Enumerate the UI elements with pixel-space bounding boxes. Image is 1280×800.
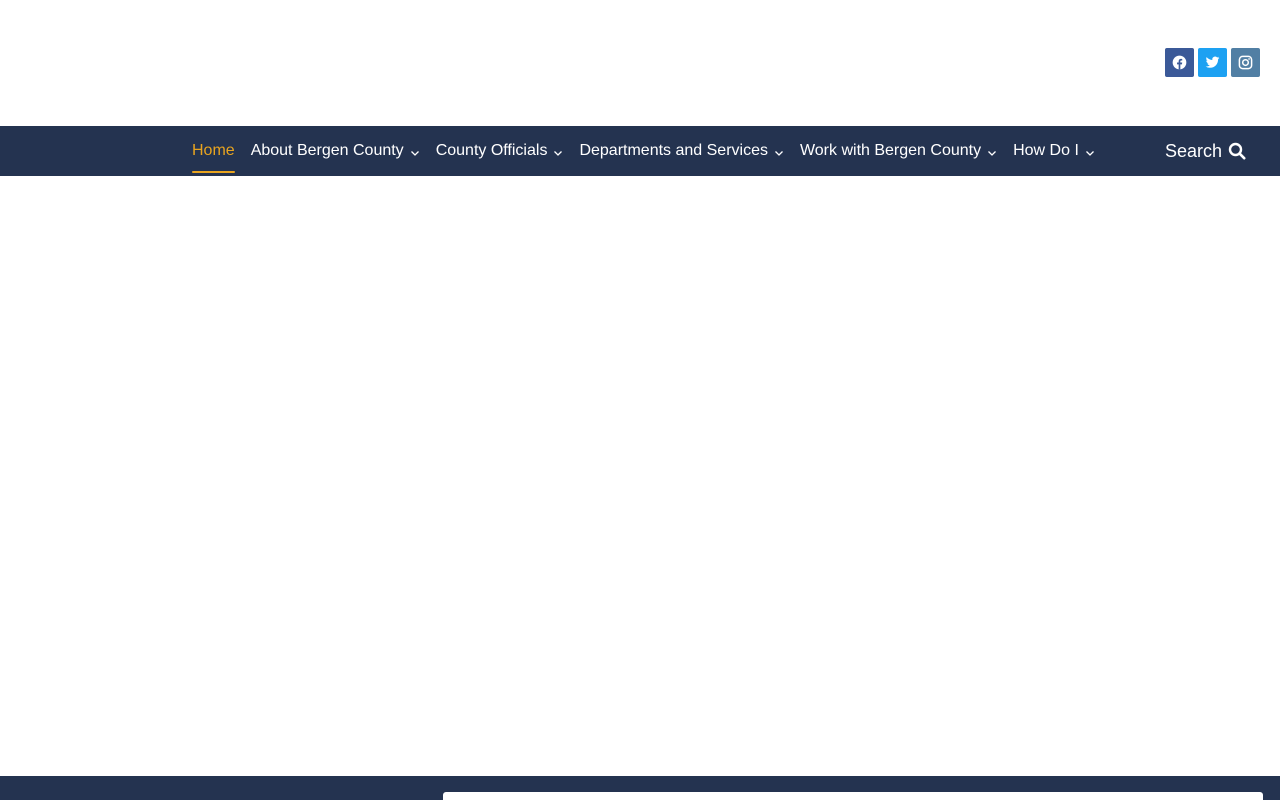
footer-panel: [443, 792, 1263, 800]
search-icon: [1228, 142, 1246, 160]
chevron-down-icon: [410, 150, 419, 156]
nav-item-label: County Officials: [435, 142, 548, 159]
search-button[interactable]: Search: [1165, 126, 1246, 176]
nav-item-label: Departments and Services: [579, 142, 768, 159]
twitter-icon: [1205, 56, 1220, 68]
instagram-link[interactable]: [1231, 48, 1260, 77]
search-label: Search: [1164, 140, 1222, 161]
chevron-down-icon: [554, 150, 563, 156]
nav-item-how-do-i[interactable]: How Do I: [1013, 126, 1095, 176]
main-content: [0, 176, 1280, 776]
nav-item-home[interactable]: Home: [192, 126, 235, 176]
nav-item-about-bergen-county[interactable]: About Bergen County: [251, 126, 420, 176]
nav-item-label: About Bergen County: [250, 142, 404, 159]
nav-item-label: Home: [192, 142, 235, 159]
social-links: [1165, 48, 1260, 77]
instagram-icon: [1238, 55, 1253, 70]
chevron-down-icon: [1085, 150, 1094, 156]
chevron-down-icon: [775, 150, 783, 156]
nav-menu: Home About Bergen County County Official…: [192, 126, 1111, 176]
nav-item-departments-and-services[interactable]: Departments and Services: [579, 126, 784, 176]
chevron-down-icon: [988, 150, 997, 156]
nav-item-county-officials[interactable]: County Officials: [436, 126, 564, 176]
nav-item-label: Work with Bergen County: [799, 142, 982, 159]
footer: [0, 776, 1280, 800]
top-header: [0, 0, 1280, 126]
facebook-link[interactable]: [1165, 48, 1194, 77]
main-nav: Home About Bergen County County Official…: [0, 126, 1280, 176]
facebook-icon: [1172, 55, 1187, 70]
nav-item-label: How Do I: [1013, 142, 1079, 159]
nav-item-work-with-bergen-county[interactable]: Work with Bergen County: [800, 126, 997, 176]
twitter-link[interactable]: [1198, 48, 1227, 77]
